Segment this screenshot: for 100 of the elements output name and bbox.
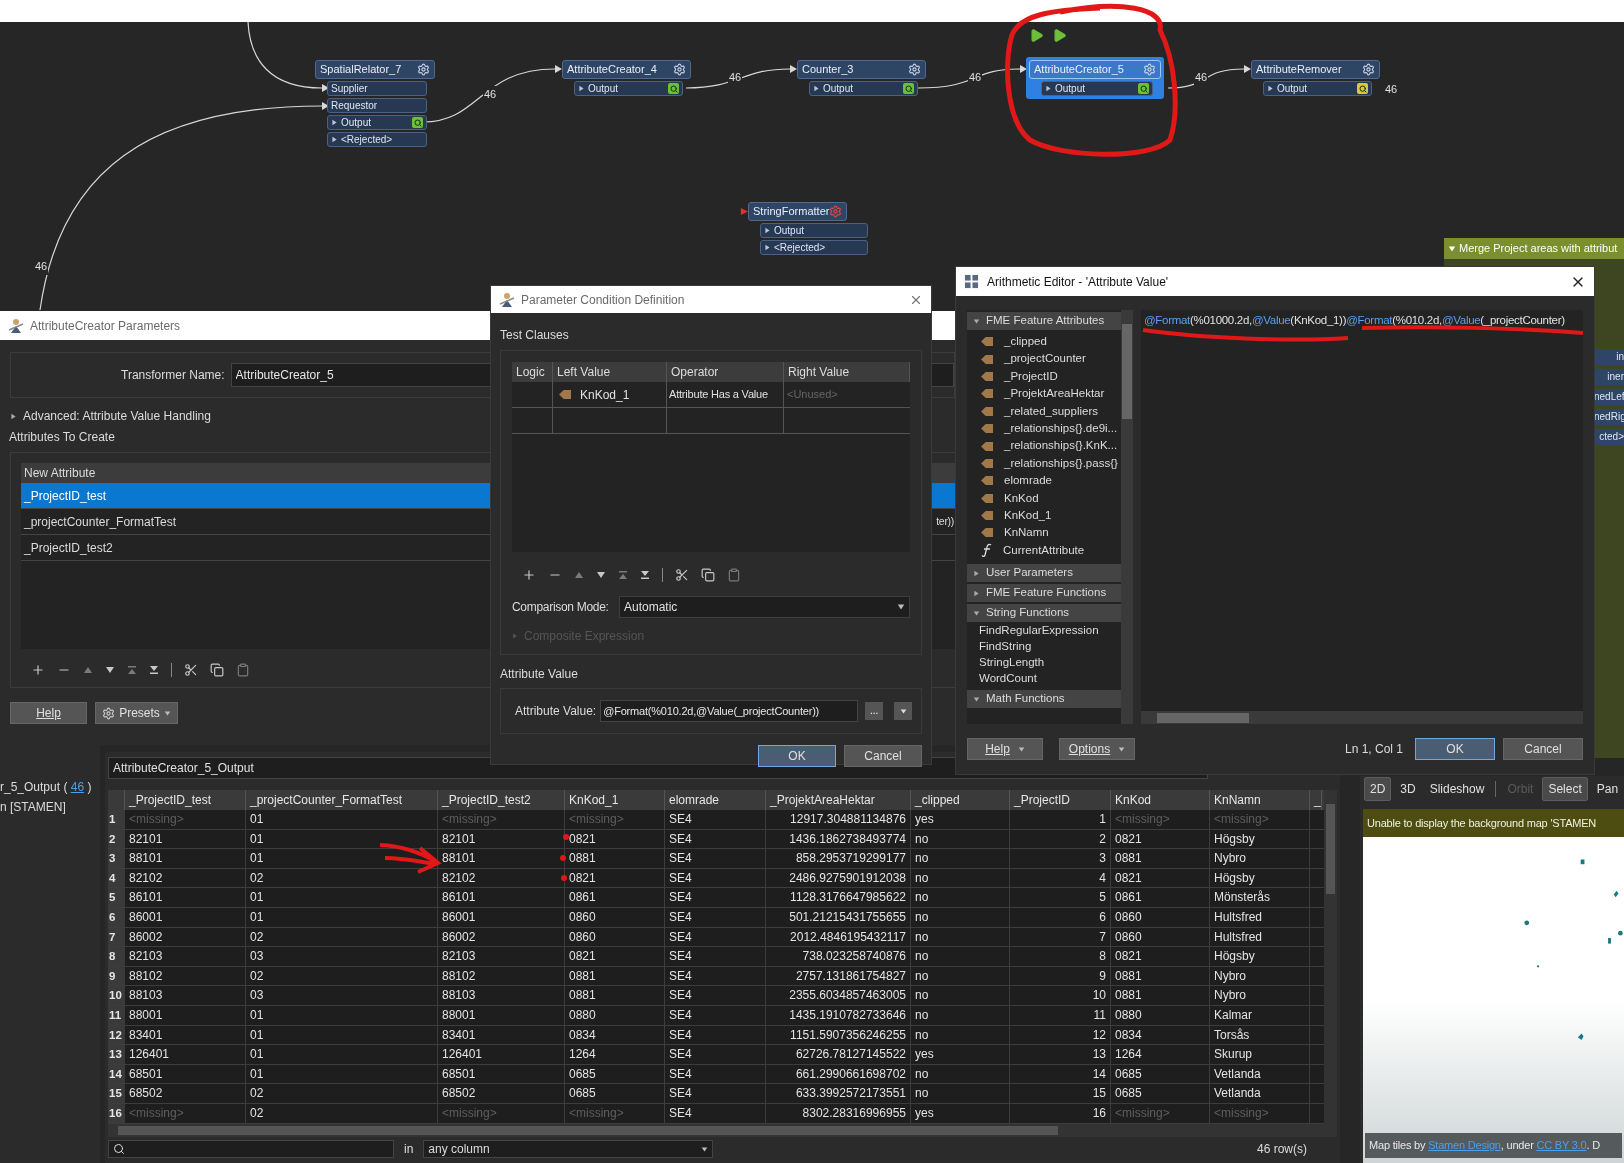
tree-item[interactable]: _ProjectID — [967, 367, 1121, 386]
column-scope-dropdown[interactable]: any column — [423, 1140, 714, 1158]
column-header[interactable]: KnKod_1 — [565, 790, 665, 810]
tree-item[interactable]: KnNamn — [967, 524, 1121, 542]
expression-editor[interactable]: @Format(%01000.2d,@Value(KnKod_1))@Format(%010.2d,@Value(_projectCounter) — [1141, 310, 1583, 711]
tree-group-header[interactable]: FME Feature Functions — [967, 584, 1121, 603]
tree-item[interactable]: _relationships{}.KnK... — [967, 437, 1121, 455]
link[interactable]: 46 — [70, 780, 85, 794]
move-bottom-icon[interactable] — [149, 665, 159, 675]
tree-item[interactable]: _clipped — [967, 333, 1121, 351]
output-port[interactable]: Output — [1041, 81, 1153, 96]
tree-item[interactable]: FindRegularExpression — [967, 623, 1121, 640]
transformer-node[interactable]: StringFormatter — [748, 202, 848, 221]
output-port[interactable]: Output — [809, 81, 918, 96]
input-port[interactable]: Supplier — [327, 81, 427, 96]
tree-item[interactable]: elomrade — [967, 472, 1121, 490]
right-value-field[interactable]: <Unused> — [784, 382, 910, 407]
cut-icon[interactable] — [675, 568, 689, 582]
column-header[interactable]: KnNamn — [1210, 790, 1310, 810]
tree-item[interactable]: _projectCounter — [967, 350, 1121, 368]
tree-item[interactable]: _relationships{}.de9i... — [967, 419, 1121, 438]
comparison-mode-dropdown[interactable]: Automatic — [619, 596, 910, 618]
cancel-button[interactable]: Cancel — [844, 745, 922, 767]
horizontal-scrollbar[interactable] — [1141, 711, 1583, 724]
presets-button[interactable]: Presets — [95, 702, 178, 724]
expander[interactable]: Advanced: Attribute Value Handling — [10, 406, 955, 426]
ok-button[interactable]: OK — [1415, 738, 1495, 760]
tree-item[interactable]: FindString — [967, 639, 1121, 656]
move-top-icon[interactable] — [127, 665, 137, 675]
move-bottom-icon[interactable] — [640, 570, 650, 580]
run-icon[interactable] — [1052, 28, 1067, 43]
column-header[interactable]: _ProjektAreaHektar — [766, 790, 911, 810]
vertical-scrollbar[interactable] — [1324, 790, 1337, 1137]
add-icon[interactable] — [31, 663, 45, 677]
paste-icon[interactable] — [727, 568, 741, 582]
search-field[interactable] — [108, 1140, 394, 1158]
output-port[interactable]: <Rejected> — [327, 132, 427, 147]
dropdown-button[interactable] — [894, 702, 913, 720]
tree-item[interactable]: CurrentAttribute — [967, 541, 1121, 560]
transformer-node[interactable]: AttributeCreator_4 — [562, 60, 691, 79]
tree-group-header[interactable]: User Parameters — [967, 564, 1121, 583]
inspect-cache-icon[interactable] — [668, 83, 679, 94]
output-port[interactable]: Output — [574, 81, 683, 96]
tree-item[interactable]: StringLength — [967, 655, 1121, 672]
transformer-node[interactable]: SpatialRelator_7 — [315, 60, 435, 79]
view-toolbar-button[interactable]: Pan — [1591, 777, 1624, 801]
help-button[interactable]: Help — [967, 738, 1043, 760]
tree-item[interactable]: _relationships{}.pass{} — [967, 454, 1121, 473]
output-port[interactable]: Output — [760, 223, 868, 238]
transformer-node[interactable]: Counter_3 — [797, 60, 926, 79]
ok-button[interactable]: OK — [758, 745, 836, 767]
attribute-value-field[interactable]: @Format(%010.2d,@Value(_projectCounter)) — [600, 700, 859, 722]
help-button[interactable]: Help — [10, 702, 87, 724]
inspect-cache-icon[interactable] — [412, 117, 423, 128]
input-port[interactable]: Requestor — [327, 98, 427, 113]
transformer-node[interactable]: AttributeRemover — [1251, 60, 1380, 79]
vertical-scrollbar[interactable] — [1121, 310, 1133, 724]
tree-group-header[interactable]: String Functions — [967, 604, 1121, 623]
copy-icon[interactable] — [210, 663, 224, 677]
column-header[interactable]: _projectCounter_FormatTest — [246, 790, 438, 810]
view-toolbar-button[interactable]: Slideshow — [1424, 777, 1490, 801]
cancel-button[interactable]: Cancel — [1503, 738, 1583, 760]
column-header[interactable]: elomrade — [665, 790, 766, 810]
copy-icon[interactable] — [701, 568, 715, 582]
inspect-cache-icon[interactable] — [903, 83, 914, 94]
output-port[interactable]: Output — [327, 115, 427, 130]
inspect-cache-icon[interactable] — [1138, 83, 1149, 94]
table-cell: 0861 — [565, 888, 665, 907]
output-port[interactable]: <Rejected> — [760, 240, 868, 255]
paste-icon[interactable] — [236, 663, 250, 677]
add-icon[interactable] — [522, 568, 536, 582]
output-port[interactable]: Output — [1263, 81, 1372, 96]
tree-group-header[interactable]: Math Functions — [967, 690, 1121, 709]
table-cell: Attribute Has a Value — [667, 382, 784, 407]
tree-item[interactable]: _ProjektAreaHektar — [967, 385, 1121, 403]
column-header[interactable]: _ProjectID — [1010, 790, 1111, 810]
column-header[interactable]: _ProjectID_test2 — [438, 790, 565, 810]
column-header[interactable]: KnKod — [1111, 790, 1210, 810]
table-cell: 2757.131861754827 — [766, 966, 911, 986]
inspect-cache-icon[interactable] — [1357, 83, 1368, 94]
view-toolbar-button[interactable]: 2D — [1364, 777, 1392, 801]
view-toolbar-button[interactable]: 3D — [1395, 777, 1421, 801]
column-header[interactable]: _ProjectID_test — [125, 790, 246, 810]
ellipsis-button[interactable]: ... — [865, 702, 884, 720]
tree-item[interactable]: KnKod_1 — [967, 506, 1121, 525]
cell-text: KnKod_1 — [580, 386, 630, 404]
run-icon[interactable] — [1029, 28, 1044, 43]
tree-item[interactable]: WordCount — [967, 671, 1121, 688]
tree-item[interactable]: KnKod — [967, 489, 1121, 507]
transformer-node[interactable]: AttributeCreator_5 — [1029, 60, 1161, 79]
options-button[interactable]: Options — [1059, 738, 1135, 760]
move-top-icon[interactable] — [618, 570, 628, 580]
view-toolbar-button[interactable]: Select — [1542, 777, 1588, 801]
table-cell: 62726.78127145522 — [766, 1045, 911, 1064]
table-cell: 633.3992572173551 — [766, 1084, 911, 1103]
cut-icon[interactable] — [184, 663, 198, 677]
column-header[interactable]: _ — [1310, 790, 1322, 810]
tree-group-header[interactable]: FME Feature Attributes — [967, 312, 1121, 330]
tree-item[interactable]: _related_suppliers — [967, 402, 1121, 420]
column-header[interactable]: _clipped — [911, 790, 1010, 810]
